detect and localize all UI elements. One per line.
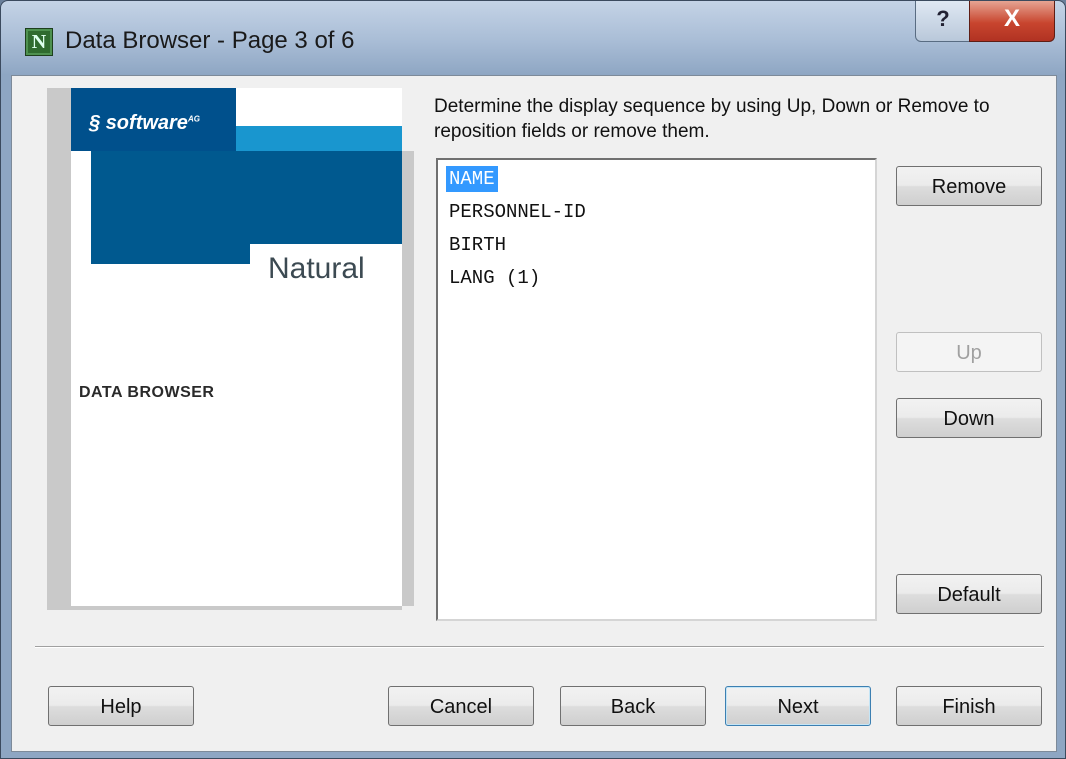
finish-button[interactable]: Finish xyxy=(896,686,1042,726)
up-button[interactable]: Up xyxy=(896,332,1042,372)
logo-sup: AG xyxy=(187,114,200,124)
dialog-client-area: § softwareAG Natural DATA BROWSER Determ… xyxy=(11,75,1057,752)
natural-app-icon: N xyxy=(25,28,53,56)
banner-cyan-strip xyxy=(236,126,402,151)
list-item[interactable]: BIRTH xyxy=(446,232,509,258)
software-ag-logo: § softwareAG xyxy=(71,88,236,151)
section-label: DATA BROWSER xyxy=(79,384,215,401)
banner-art: § softwareAG Natural DATA BROWSER xyxy=(47,88,414,610)
list-item[interactable]: LANG (1) xyxy=(446,265,543,291)
down-button[interactable]: Down xyxy=(896,398,1042,438)
instructions-text: Determine the display sequence by using … xyxy=(434,96,990,142)
back-button[interactable]: Back xyxy=(560,686,706,726)
logo-s-icon: § xyxy=(89,112,101,134)
dialog-window: N Data Browser - Page 3 of 6 ? X § softw… xyxy=(0,0,1066,759)
product-name: Natural xyxy=(268,252,365,285)
logo-word: software xyxy=(105,112,188,134)
close-button[interactable]: X xyxy=(969,1,1055,42)
field-sequence-listbox[interactable]: NAME PERSONNEL-ID BIRTH LANG (1) xyxy=(436,158,877,621)
list-item[interactable]: PERSONNEL-ID xyxy=(446,199,589,225)
logo-text: § softwareAG xyxy=(89,112,200,135)
banner-left-grey xyxy=(47,400,71,606)
list-item[interactable]: NAME xyxy=(446,166,498,192)
next-button[interactable]: Next xyxy=(725,686,871,726)
cancel-button[interactable]: Cancel xyxy=(388,686,534,726)
title-bar[interactable]: N Data Browser - Page 3 of 6 ? X xyxy=(1,1,1065,75)
default-button[interactable]: Default xyxy=(896,574,1042,614)
footer-separator xyxy=(35,646,1044,648)
context-help-button[interactable]: ? xyxy=(915,1,971,42)
banner-grey-edge xyxy=(402,151,414,606)
help-button[interactable]: Help xyxy=(48,686,194,726)
remove-button[interactable]: Remove xyxy=(896,166,1042,206)
window-title: Data Browser - Page 3 of 6 xyxy=(65,27,355,54)
